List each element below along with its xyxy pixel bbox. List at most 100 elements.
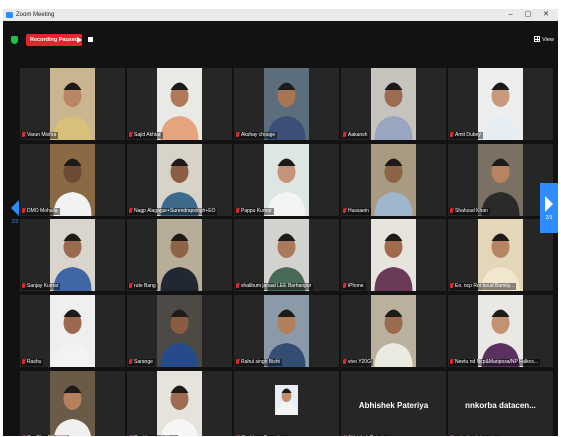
muted-mic-icon [343,359,346,364]
participant-video [54,385,91,436]
participant-video [374,82,413,140]
participant-tile[interactable]: Pappu Kumar [234,144,339,216]
participant-name-label: Neetu nd Ncp&Mariposa/NP Falkos... [449,359,541,366]
participant-video [160,233,199,291]
participant-tile[interactable]: DMO Mohalla [20,144,125,216]
participant-video [267,82,306,140]
participant-tile[interactable]: Aakansh [341,68,446,140]
participant-name: Ravi kumar k Shaz [134,435,176,436]
participant-tile[interactable]: Akshay chouge [234,68,339,140]
participant-tile[interactable]: vivo Y20G [341,295,446,367]
participant-tile[interactable]: Sanjay Kumar [20,219,125,291]
participant-name-label: vivo Y20G [342,359,373,366]
participant-tile[interactable]: OnePlus EP-5010 [20,371,125,436]
participant-video [275,385,298,415]
participant-name: Shahzad Khan [455,208,488,214]
participant-video [160,158,199,216]
muted-mic-icon [129,132,132,137]
view-button[interactable]: View [534,34,554,46]
window-controls[interactable]: – ▢ ✕ [509,9,554,21]
participant-video [374,309,413,367]
muted-mic-icon [22,132,25,137]
participant-tile[interactable]: iPhone [341,219,446,291]
muted-mic-icon [22,359,25,364]
participant-video [160,82,199,140]
participant-name-label: Rahul singh Bisht [235,359,282,366]
gallery-grid-icon [534,36,541,42]
participant-tile[interactable]: Nagp Alagagur+Surendrapsingh+EO [127,144,232,216]
muted-mic-icon [129,283,132,288]
participant-video [53,158,92,216]
window-title: Zoom Meeting [16,12,55,18]
muted-mic-icon [236,359,239,364]
participant-tile[interactable]: Neetu nd Ncp&Mariposa/NP Falkos... [448,295,553,367]
participant-video [374,158,413,216]
chevron-right-icon [545,196,553,212]
participant-name-label: nnkorba datacenter [449,435,501,436]
participant-video [481,82,520,140]
muted-mic-icon [343,435,346,436]
page-indicator-right: 2/3 [545,215,553,221]
participant-name: vivo Y20G [348,359,371,365]
participant-name: Aakansh [348,132,368,138]
participant-tile[interactable]: shalibum janaal LEE Barhanpur [234,219,339,291]
resume-recording-icon[interactable] [77,37,82,43]
participant-tile[interactable]: Ravi kumar k Shaz [127,371,232,436]
participant-name-label: Pappu Kumar [235,208,274,215]
participant-name: Amit Dubey [455,132,481,138]
participant-tile[interactable]: Shubham Tamrakar [234,371,339,436]
title-bar: Zoom Meeting – ▢ ✕ [3,9,558,21]
participant-tile[interactable]: nnkorba datacen... nnkorba datacenter [448,371,553,436]
participant-name-label: Sanjay Kumar [21,283,61,290]
participant-tile[interactable]: Varun Mishra [20,68,125,140]
participant-name-label: Eo. ncp Rot boud Bamity... [449,283,517,290]
muted-mic-icon [450,132,453,137]
muted-mic-icon [343,132,346,137]
participant-name-label: shalibum janaal LEE Barhanpur [235,283,314,290]
muted-mic-icon [129,359,132,364]
participant-name-label: Hussaein [342,208,371,215]
view-button-label: View [542,37,554,43]
participant-name: DMO Mohalla [27,208,58,214]
participant-name: Shubham Tamrakar [241,435,285,436]
muted-mic-icon [450,435,453,436]
participant-tile[interactable]: Sajid Akhtar [127,68,232,140]
participant-name-label: iPhone [342,283,366,290]
participant-name-label: DMO Mohalla [21,208,60,215]
participant-name: Neetu nd Ncp&Mariposa/NP Falkos... [455,359,539,365]
participant-tile[interactable]: Hussaein [341,144,446,216]
previous-page-button[interactable]: 2/3 [7,192,23,226]
participant-name-label: Shahzad Khan [449,208,490,215]
participant-tile[interactable]: Shahzad Khan [448,144,553,216]
participant-name: OnePlus EP-5010 [27,435,67,436]
participant-name: iPhone [348,283,364,289]
participant-video [481,158,520,216]
participant-name-label: Nagp Alagagur+Surendrapsingh+EO [128,208,218,215]
participant-video [267,233,306,291]
participant-name-label: Rashu [21,359,44,366]
participant-video [161,385,198,436]
muted-mic-icon [22,435,25,436]
participant-display-name: Abhishek Pateriya [358,401,429,410]
participant-name-label: Sarange [128,359,155,366]
participant-name: nnkorba datacenter [455,435,498,436]
participant-name-label: Akshay chouge [235,132,278,139]
stop-recording-icon[interactable] [88,37,93,42]
participant-video [53,82,92,140]
participant-tile[interactable]: Rashu [20,295,125,367]
next-page-button[interactable]: 2/3 [540,183,558,233]
participant-tile[interactable]: Sarange [127,295,232,367]
participant-name-label: Sajid Akhtar [128,132,163,139]
participant-tile[interactable]: Abhishek Pateriya Abhishek Pateriya [341,371,446,436]
participant-name-label: Ravi kumar k Shaz [128,435,178,436]
participant-name-label: Abhishek Pateriya [342,435,391,436]
security-shield-icon[interactable] [11,36,18,44]
muted-mic-icon [236,283,239,288]
participant-tile[interactable]: rute Bang [127,219,232,291]
participant-tile[interactable]: Eo. ncp Rot boud Bamity... [448,219,553,291]
participant-tile[interactable]: Rahul singh Bisht [234,295,339,367]
participant-name: Rahul singh Bisht [241,359,280,365]
participant-display-name: nnkorba datacen... [465,401,536,410]
participant-tile[interactable]: Amit Dubey [448,68,553,140]
recording-status-badge: Recording Paused [26,34,83,46]
